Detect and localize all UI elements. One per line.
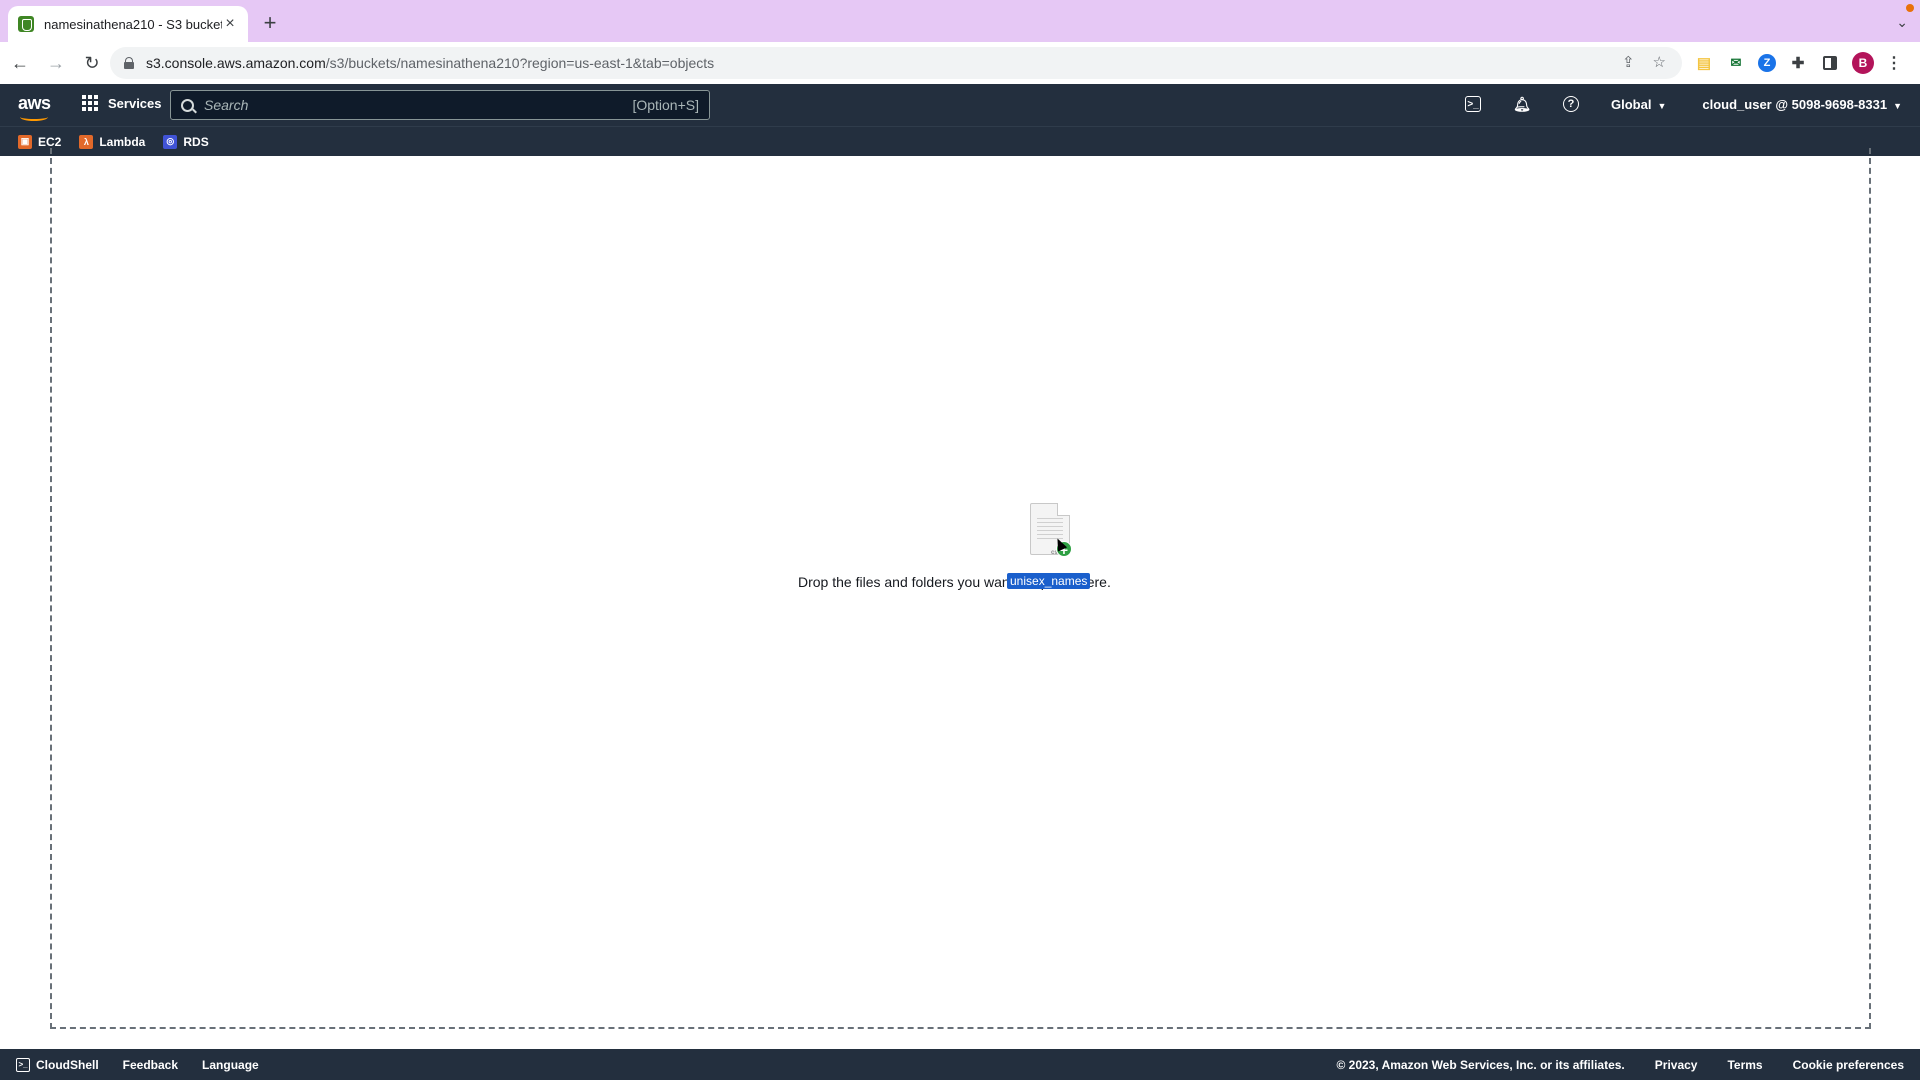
s3-bucket-icon <box>18 16 34 32</box>
services-button[interactable]: Services <box>82 95 162 111</box>
aws-logo[interactable]: aws <box>18 93 51 121</box>
favorite-lambda[interactable]: λ Lambda <box>79 134 146 149</box>
account-label: cloud_user @ 5098-9698-8331 <box>1702 96 1888 112</box>
extension-note-icon[interactable]: ▤ <box>1694 53 1714 73</box>
url-path: /s3/buckets/namesinathena210?region=us-e… <box>325 55 715 71</box>
dragged-file-name: unisex_names <box>1007 573 1091 589</box>
aws-top-nav: aws Services [Option+S] >_ 🔔︎ ? Global▼ … <box>0 84 1920 126</box>
ec2-icon: ▣ <box>18 134 32 149</box>
favorite-label: RDS <box>183 134 209 149</box>
notifications-bell-icon[interactable]: 🔔︎ <box>1513 95 1531 113</box>
extensions-puzzle-icon[interactable]: ✚ <box>1788 53 1808 73</box>
search-input[interactable] <box>204 97 633 113</box>
favorite-rds[interactable]: ◎ RDS <box>163 134 209 149</box>
extension-mail-icon[interactable]: ✉ <box>1726 53 1746 73</box>
extension-z-icon[interactable]: Z <box>1758 54 1776 72</box>
back-arrow-icon[interactable]: ← <box>4 47 36 79</box>
privacy-link[interactable]: Privacy <box>1655 1058 1698 1072</box>
reload-icon[interactable]: ↻ <box>76 47 108 79</box>
help-icon[interactable]: ? <box>1563 96 1580 112</box>
dragged-file-icon: csv + <box>1030 503 1076 559</box>
recording-indicator <box>1906 4 1914 12</box>
aws-footer: >_ CloudShell Feedback Language © 2023, … <box>0 1049 1920 1080</box>
aws-smile-icon <box>20 113 48 121</box>
region-label: Global <box>1611 96 1652 112</box>
forward-arrow-icon[interactable]: → <box>40 47 72 79</box>
terms-link[interactable]: Terms <box>1727 1058 1762 1072</box>
search-shortcut-hint: [Option+S] <box>632 97 699 113</box>
new-tab-button[interactable]: + <box>258 10 282 36</box>
search-icon <box>181 98 194 112</box>
favorite-ec2[interactable]: ▣ EC2 <box>18 134 62 149</box>
aws-search-box[interactable]: [Option+S] <box>170 90 710 120</box>
caret-down-icon: ▼ <box>1893 100 1902 111</box>
lambda-icon: λ <box>79 134 94 149</box>
cloudshell-label: CloudShell <box>36 1057 99 1072</box>
cloudshell-icon[interactable]: >_ <box>1465 96 1482 112</box>
feedback-link[interactable]: Feedback <box>123 1058 178 1072</box>
share-icon[interactable]: ⇪ <box>1622 53 1635 71</box>
url-host: s3.console.aws.amazon.com <box>146 55 326 71</box>
lock-icon <box>124 57 134 69</box>
browser-tabstrip: namesinathena210 - S3 bucket × + ⌄ <box>0 0 1920 42</box>
services-label: Services <box>108 95 162 111</box>
address-bar[interactable]: s3.console.aws.amazon.com/s3/buckets/nam… <box>110 47 1682 79</box>
tab-title: namesinathena210 - S3 bucket <box>44 16 222 32</box>
browser-menu-icon[interactable]: ⋮ <box>1886 53 1902 73</box>
close-tab-icon[interactable]: × <box>222 15 238 33</box>
cloudshell-footer-button[interactable]: >_ CloudShell <box>16 1057 99 1072</box>
profile-avatar[interactable]: B <box>1852 52 1874 74</box>
account-menu[interactable]: cloud_user @ 5098-9698-8331 ▼ <box>1702 97 1902 112</box>
tab-search-chevron-icon[interactable]: ⌄ <box>1896 14 1908 31</box>
caret-down-icon: ▼ <box>1657 100 1667 111</box>
region-selector[interactable]: Global ▼ <box>1611 97 1666 112</box>
browser-toolbar: ← → ↻ s3.console.aws.amazon.com/s3/bucke… <box>0 42 1920 84</box>
language-link[interactable]: Language <box>202 1058 259 1072</box>
cookie-preferences-link[interactable]: Cookie preferences <box>1793 1058 1904 1072</box>
favorite-label: EC2 <box>38 134 62 149</box>
favorite-label: Lambda <box>99 134 146 149</box>
services-grid-icon <box>82 95 98 111</box>
aws-logo-text: aws <box>18 93 51 113</box>
bookmark-star-icon[interactable]: ☆ <box>1653 53 1666 71</box>
browser-tab[interactable]: namesinathena210 - S3 bucket × <box>8 6 248 42</box>
rds-icon: ◎ <box>163 134 178 149</box>
cloudshell-icon: >_ <box>16 1057 30 1072</box>
copyright-text: © 2023, Amazon Web Services, Inc. or its… <box>1336 1057 1625 1072</box>
side-panel-icon[interactable] <box>1823 56 1837 70</box>
